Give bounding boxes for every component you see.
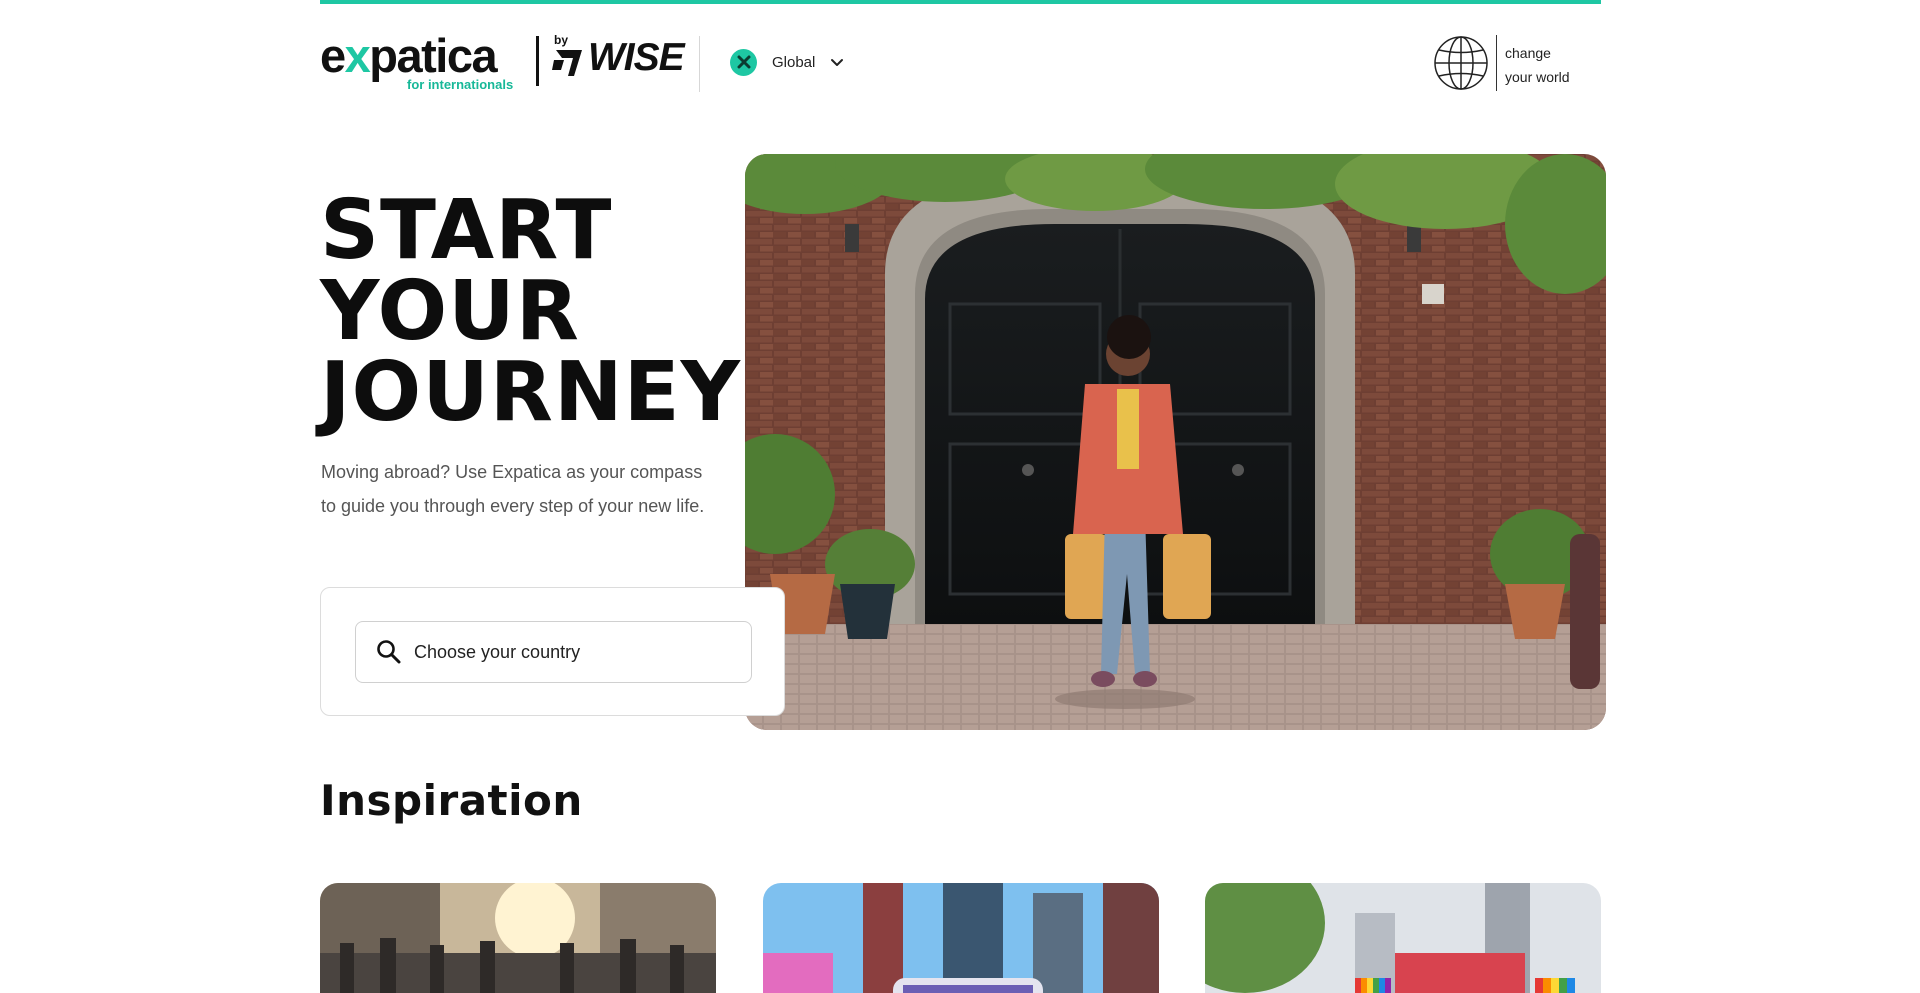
search-icon: [377, 640, 401, 664]
expatica-logo[interactable]: expatica for internationals: [320, 30, 530, 92]
change-your-world-link[interactable]: change your world: [1433, 33, 1601, 91]
change-world-line2: your world: [1505, 69, 1570, 85]
region-x-icon: [730, 48, 757, 76]
card-image-crowd-street: [320, 883, 716, 993]
inspiration-card-pride-street[interactable]: [1205, 883, 1601, 993]
change-world-divider: [1496, 35, 1497, 91]
inspiration-cards: [320, 883, 1601, 993]
country-search-input[interactable]: [414, 641, 734, 663]
country-search-card: [320, 587, 785, 716]
change-world-text: change your world: [1505, 41, 1570, 89]
hero-image: [745, 154, 1606, 730]
top-accent-bar: [320, 0, 1601, 4]
hero-title-line1: START: [320, 183, 613, 278]
wise-wordmark: WISE: [588, 36, 685, 79]
inspiration-heading: Inspiration: [320, 776, 583, 825]
change-world-line1: change: [1505, 45, 1551, 61]
site-header: expatica for internationals by WISE Glob…: [320, 30, 1601, 92]
inspiration-card-crowd-street[interactable]: [320, 883, 716, 993]
hero-illustration: [745, 154, 1606, 730]
region-label: Global: [772, 53, 816, 71]
wise-flag-icon: [552, 50, 582, 76]
hero-title-line2: YOUR: [320, 264, 580, 359]
logo-tagline: for internationals: [407, 77, 514, 92]
logo-divider: [536, 36, 539, 86]
header-separator: [699, 36, 700, 92]
logo-wordmark: expatica: [320, 29, 498, 82]
globe-icon: [1434, 36, 1488, 90]
country-search-box[interactable]: [355, 621, 752, 683]
hero-title-line3: JOURNEY: [320, 345, 741, 440]
hero-title: START YOUR JOURNEY: [320, 183, 741, 440]
inspiration-card-city-train[interactable]: [763, 883, 1159, 993]
region-selector[interactable]: Global: [730, 48, 845, 76]
chevron-down-icon: [831, 59, 844, 66]
card-image-city-train: [763, 883, 1159, 993]
card-image-pride-street: [1205, 883, 1601, 993]
hero-description: Moving abroad? Use Expatica as your comp…: [321, 462, 705, 516]
